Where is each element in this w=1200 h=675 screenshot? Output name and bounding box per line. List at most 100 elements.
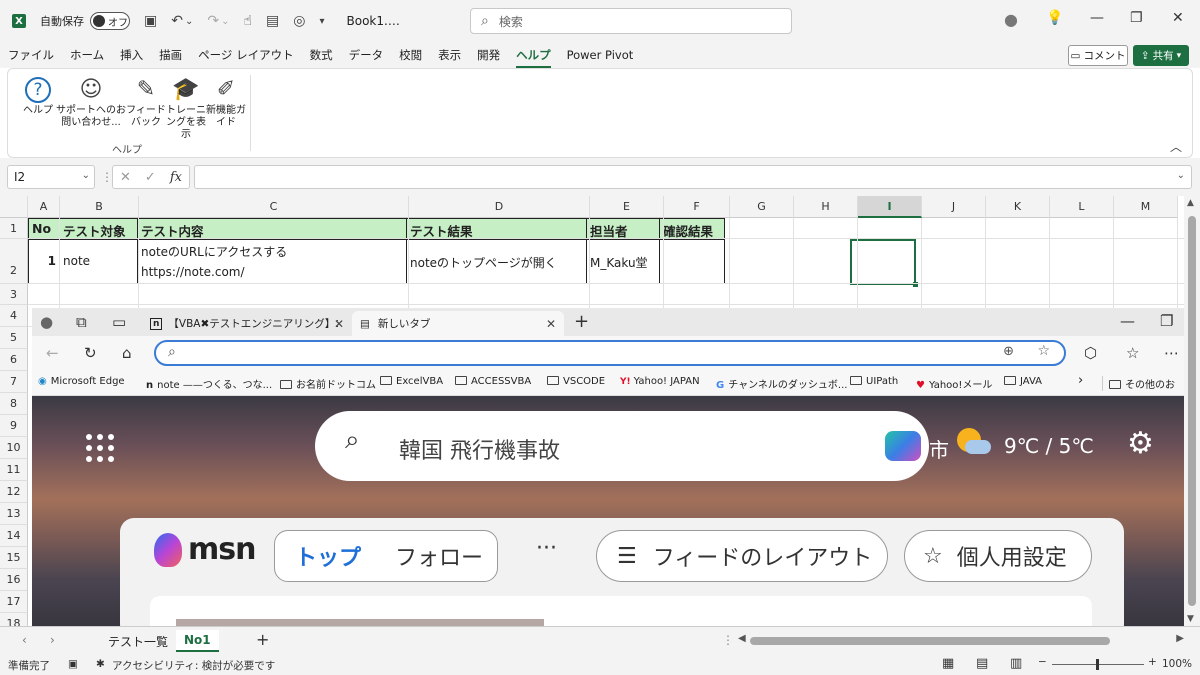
news-card[interactable] — [150, 596, 1092, 626]
app-launcher-icon[interactable] — [86, 434, 114, 462]
zoom-out-button[interactable]: − — [1038, 656, 1047, 668]
insert-function-icon[interactable]: fx — [170, 170, 182, 185]
touch-mode-icon[interactable]: ☝ — [243, 13, 252, 29]
column-header-J[interactable]: J — [922, 196, 986, 218]
ribbon-tab-1[interactable]: ホーム — [70, 44, 104, 66]
scroll-left-icon[interactable]: ◀ — [738, 633, 746, 644]
ribbon-tab-10[interactable]: ヘルプ — [516, 44, 551, 68]
row-header-17[interactable]: 17 — [0, 591, 28, 613]
row-header-13[interactable]: 13 — [0, 503, 28, 525]
horizontal-scrollbar[interactable]: ◀ ▶ — [738, 633, 1184, 647]
cell-C2[interactable]: noteのURLにアクセスする https://note.com/ — [137, 239, 407, 284]
cell-E2[interactable]: M_Kaku堂 — [586, 239, 660, 284]
row-header-18[interactable]: 18 — [0, 613, 28, 626]
cell-C1[interactable]: テスト内容 — [137, 218, 407, 240]
cell-D2[interactable]: noteのトップページが開く — [406, 239, 587, 284]
bookmark-vscode[interactable]: VSCODE — [547, 376, 605, 387]
column-header-E[interactable]: E — [590, 196, 664, 218]
bookmark-channel-dashboard[interactable]: G チャンネルのダッシュボ... — [716, 376, 847, 391]
customize-qat-icon[interactable]: ▾ — [319, 16, 324, 27]
workspaces-icon[interactable]: ⧉ — [76, 313, 87, 331]
chevron-down-icon[interactable]: ⌄ — [82, 170, 90, 181]
formula-input[interactable]: ⌄ — [194, 165, 1192, 189]
close-tab-icon[interactable]: ✕ — [546, 317, 556, 331]
row-header-11[interactable]: 11 — [0, 459, 28, 481]
ribbon-tab-3[interactable]: 描画 — [159, 44, 182, 66]
bookmark-microsoft-edge[interactable]: ◉ Microsoft Edge — [38, 376, 125, 387]
bookmark-accessvba[interactable]: ACCESSVBA — [455, 376, 531, 387]
sheet-tab-no1[interactable]: No1 — [176, 630, 219, 652]
column-header-I[interactable]: I — [858, 196, 922, 218]
selected-cell-I2[interactable] — [850, 239, 918, 287]
cell-A1[interactable]: No — [28, 218, 60, 240]
tab-actions-icon[interactable]: ▭ — [112, 313, 126, 331]
bookmark-yahoo-japan[interactable]: Y! Yahoo! JAPAN — [620, 376, 700, 387]
row-header-14[interactable]: 14 — [0, 525, 28, 547]
ribbon-button-whatsnew[interactable]: ✐ 新機能ガイド — [204, 75, 248, 129]
msn-logo[interactable]: msn — [154, 532, 256, 567]
row-header-12[interactable]: 12 — [0, 481, 28, 503]
ribbon-button-feedback[interactable]: ✎ フィードバック — [124, 75, 168, 129]
copilot-icon[interactable] — [885, 431, 921, 461]
column-header-F[interactable]: F — [664, 196, 730, 218]
browser-minimize-icon[interactable]: — — [1120, 312, 1135, 330]
column-header-B[interactable]: B — [60, 196, 139, 218]
redo-icon[interactable]: ↷ — [207, 13, 219, 29]
accessibility-status[interactable]: アクセシビリティ: 検討が必要です — [112, 658, 275, 673]
undo-icon[interactable]: ↶ — [171, 13, 183, 29]
ribbon-button-help[interactable]: ? ヘルプ — [16, 75, 60, 117]
address-bar[interactable]: ⌕ ⊕ ☆ — [154, 340, 1066, 366]
save-icon[interactable]: ▣ — [144, 13, 157, 29]
cell-A2[interactable]: 1 — [28, 239, 60, 284]
collapse-ribbon-icon[interactable]: ︿ — [1170, 138, 1182, 155]
row-header-10[interactable]: 10 — [0, 437, 28, 459]
redo-dropdown-icon[interactable]: ⌄ — [221, 16, 229, 27]
favorite-star-icon[interactable]: ☆ — [1037, 343, 1050, 359]
weather-city[interactable]: 市 — [929, 434, 949, 463]
record-macro-icon[interactable]: ◎ — [293, 13, 305, 29]
normal-view-icon[interactable]: ▦ — [942, 656, 954, 671]
extensions-icon[interactable]: ⬡ — [1084, 344, 1097, 362]
workbook-name[interactable]: Book1.… — [347, 14, 400, 28]
scroll-up-icon[interactable]: ▲ — [1187, 198, 1194, 208]
ribbon-tab-5[interactable]: 数式 — [310, 44, 333, 66]
hscroll-thumb[interactable] — [750, 637, 1110, 645]
bookmark-other[interactable]: その他のお — [1102, 376, 1175, 391]
cell-F2[interactable] — [659, 239, 725, 284]
name-box[interactable]: I2 ⌄ — [7, 165, 95, 189]
row-header-4[interactable]: 4 — [0, 305, 28, 327]
restore-icon[interactable]: ❐ — [1130, 10, 1143, 26]
bookmark-yahoo-mail[interactable]: ♥ Yahoo!メール — [916, 376, 992, 391]
feed-layout-button[interactable]: ☰ フィードのレイアウト — [596, 530, 888, 582]
undo-dropdown-icon[interactable]: ⌄ — [185, 16, 193, 27]
vertical-scrollbar[interactable]: ▲ ▼ — [1184, 196, 1200, 626]
row-header-2[interactable]: 2 — [0, 239, 28, 284]
ribbon-tab-4[interactable]: ページ レイアウト — [198, 44, 293, 66]
zoom-slider-knob[interactable] — [1096, 659, 1099, 670]
back-icon[interactable]: ← — [46, 344, 59, 362]
macro-record-icon[interactable]: ▣ — [68, 658, 78, 670]
ribbon-button-support[interactable]: ☺ サポートへのお問い合わせ... — [56, 75, 126, 129]
browser-restore-icon[interactable]: ❐ — [1160, 312, 1173, 330]
weather-temps[interactable]: 9℃ / 5℃ — [1004, 434, 1094, 458]
comment-button[interactable]: ▭ コメント — [1068, 45, 1128, 66]
web-search-box[interactable]: ⌕ 韓国 飛行機事故 — [315, 411, 929, 481]
row-header-1[interactable]: 1 — [0, 218, 28, 239]
ribbon-tab-11[interactable]: Power Pivot — [567, 45, 634, 65]
column-header-A[interactable]: A — [28, 196, 60, 218]
tab-follow[interactable]: フォロー — [395, 540, 483, 572]
ribbon-button-training[interactable]: 🎓 トレーニングを表示 — [164, 75, 208, 141]
column-header-D[interactable]: D — [409, 196, 590, 218]
cell-E1[interactable]: 担当者 — [586, 218, 660, 240]
sheet-prev-icon[interactable]: ‹ — [22, 633, 27, 647]
close-icon[interactable]: ✕ — [1172, 10, 1184, 26]
personalize-button[interactable]: ☆ 個人用設定 — [904, 530, 1092, 582]
minimize-icon[interactable]: — — [1090, 10, 1104, 26]
more-options-icon[interactable]: ⋯ — [1164, 344, 1179, 362]
page-layout-view-icon[interactable]: ▤ — [976, 656, 988, 671]
tab-split-handle-icon[interactable]: ⋮ — [722, 633, 734, 647]
bookmarks-overflow-icon[interactable]: › — [1078, 373, 1083, 388]
cell-F1[interactable]: 確認結果 — [659, 218, 725, 240]
cancel-entry-icon[interactable]: ✕ — [120, 170, 131, 185]
row-header-5[interactable]: 5 — [0, 327, 28, 349]
